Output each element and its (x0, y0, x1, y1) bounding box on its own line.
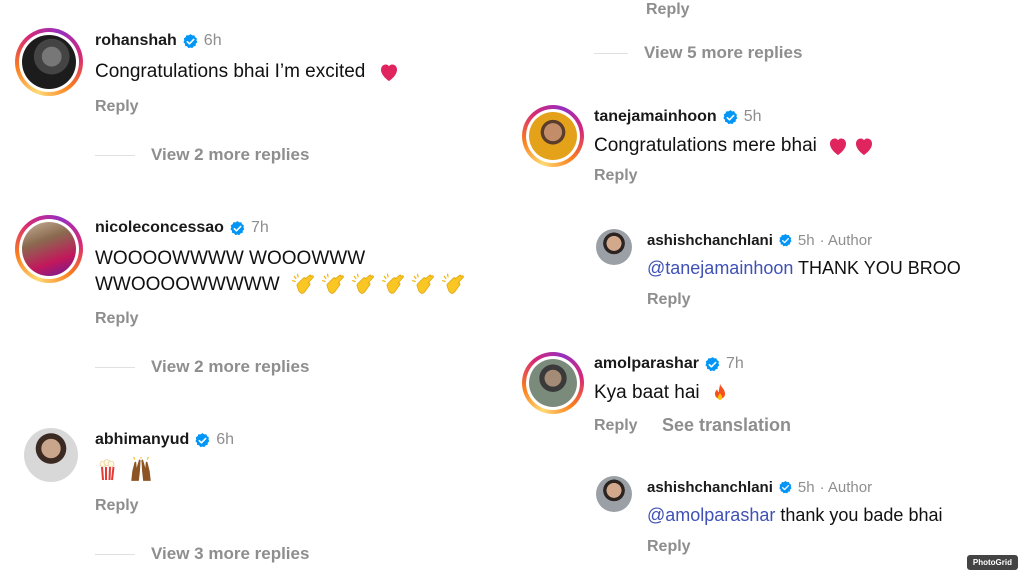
view-more-replies-button[interactable]: View 5 more replies (594, 43, 802, 63)
comment-time: 6h (216, 431, 235, 448)
divider-line (594, 52, 628, 54)
comment-text: Congratulations mere bhai (594, 133, 876, 158)
reply-username[interactable]: ashishchanchlani 5h · Author (647, 232, 872, 249)
see-translation-button[interactable]: See translation (662, 415, 791, 436)
clap-emoji-icon (351, 272, 377, 298)
reply-button[interactable]: Reply (647, 538, 691, 556)
comment-text (95, 457, 154, 483)
view-more-replies-button[interactable]: View 2 more replies (95, 357, 309, 377)
reply-button[interactable]: Reply (95, 497, 139, 515)
reply-button[interactable]: Reply (594, 417, 638, 435)
avatar[interactable] (522, 105, 584, 167)
comment-text: Kya baat hai (594, 380, 731, 405)
clap-emoji-icon (321, 272, 347, 298)
comment-username[interactable]: amolparashar 7h (594, 355, 744, 373)
avatar[interactable] (15, 28, 83, 96)
verified-icon (229, 220, 246, 237)
verified-icon (182, 33, 199, 50)
reply-button[interactable]: Reply (95, 98, 139, 116)
comment-username[interactable]: rohanshah 6h (95, 32, 222, 50)
avatar[interactable] (24, 428, 78, 482)
divider-line (95, 154, 135, 156)
clap-emoji-icon (291, 272, 317, 298)
author-label: · Author (819, 479, 873, 496)
comment-text-line-2: WWOOOOWWWWW (95, 272, 467, 298)
raised-hands-emoji-icon (128, 457, 154, 483)
clap-emoji-icon (411, 272, 437, 298)
heart-emoji-icon (852, 134, 876, 158)
avatar[interactable] (15, 215, 83, 283)
reply-button[interactable]: Reply (594, 167, 638, 185)
heart-emoji-icon (377, 60, 401, 84)
reply-username[interactable]: ashishchanchlani 5h · Author (647, 479, 872, 496)
clap-emoji-icon (441, 272, 467, 298)
comment-time: 6h (203, 32, 222, 49)
comment-username[interactable]: abhimanyud 6h (95, 431, 234, 449)
reply-text: @tanejamainhoon THANK YOU BROO (647, 258, 961, 278)
comment-time: 5h (743, 108, 762, 125)
popcorn-emoji-icon (95, 457, 119, 483)
comment-username[interactable]: tanejamainhoon 5h (594, 108, 761, 126)
view-more-replies-button[interactable]: View 3 more replies (95, 544, 309, 564)
mention-link[interactable]: @amolparashar (647, 505, 775, 525)
comment-time: 7h (250, 219, 269, 236)
watermark: PhotoGrid (966, 555, 1018, 570)
comment-time: 7h (725, 355, 744, 372)
heart-emoji-icon (826, 134, 850, 158)
verified-icon (194, 432, 211, 449)
comment-text-line-1: WOOOOWWWW WOOOWWW (95, 248, 366, 269)
comment-username[interactable]: nicoleconcessao 7h (95, 219, 269, 237)
verified-icon (778, 233, 793, 248)
fire-emoji-icon (709, 381, 731, 405)
view-more-replies-button[interactable]: View 2 more replies (95, 145, 309, 165)
comment-text: Congratulations bhai I’m excited (95, 59, 401, 84)
reply-button[interactable]: Reply (647, 291, 691, 309)
reply-time: 5h (797, 232, 815, 249)
clap-emoji-icon (381, 272, 407, 298)
reply-time: 5h (797, 479, 815, 496)
avatar[interactable] (596, 229, 632, 265)
reply-button[interactable]: Reply (95, 310, 139, 328)
avatar[interactable] (522, 352, 584, 414)
divider-line (95, 553, 135, 555)
clap-emoji-group (291, 274, 467, 295)
verified-icon (704, 356, 721, 373)
avatar[interactable] (596, 476, 632, 512)
verified-icon (778, 480, 793, 495)
reply-button[interactable]: Reply (646, 1, 690, 19)
divider-line (95, 366, 135, 368)
reply-text: @amolparashar thank you bade bhai (647, 505, 943, 525)
author-label: · Author (819, 232, 873, 249)
verified-icon (722, 109, 739, 126)
mention-link[interactable]: @tanejamainhoon (647, 258, 793, 278)
